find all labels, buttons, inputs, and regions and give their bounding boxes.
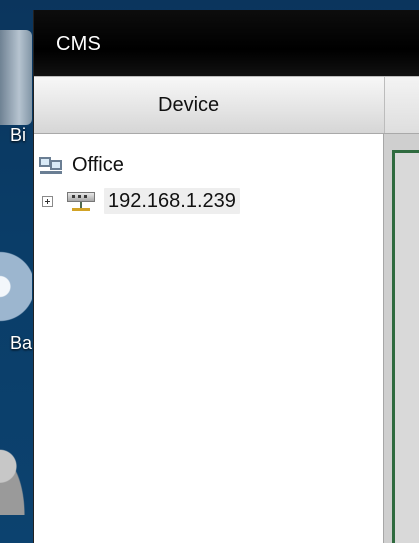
title-bar[interactable]: CMS [34,10,419,76]
device-ip-label: 192.168.1.239 [108,190,236,212]
device-header: Device [34,76,419,134]
device-label-container: 192.168.1.239 [104,188,240,214]
tree-group-office[interactable]: Office [38,150,124,180]
cms-window: CMS Device Office 192.168.1.239 [33,10,419,543]
network-device-icon [64,190,98,212]
user-icon[interactable] [0,440,32,515]
disc-icon[interactable] [0,226,32,336]
right-pane-header [384,77,419,133]
desktop-label-ba: Ba [10,333,33,353]
tree-device-item[interactable]: 192.168.1.239 [42,186,240,216]
desktop-label-bi: Bi [10,125,27,145]
preview-pane [384,134,419,543]
device-tree-panel: Office 192.168.1.239 [34,134,384,543]
office-group-icon [38,154,64,176]
window-title: CMS [56,33,102,55]
recycle-bin-icon[interactable] [0,30,32,125]
expand-plus-icon[interactable] [42,195,53,207]
video-preview-panel[interactable] [392,150,419,543]
device-header-label: Device [158,94,220,116]
office-group-label: Office [72,154,124,176]
